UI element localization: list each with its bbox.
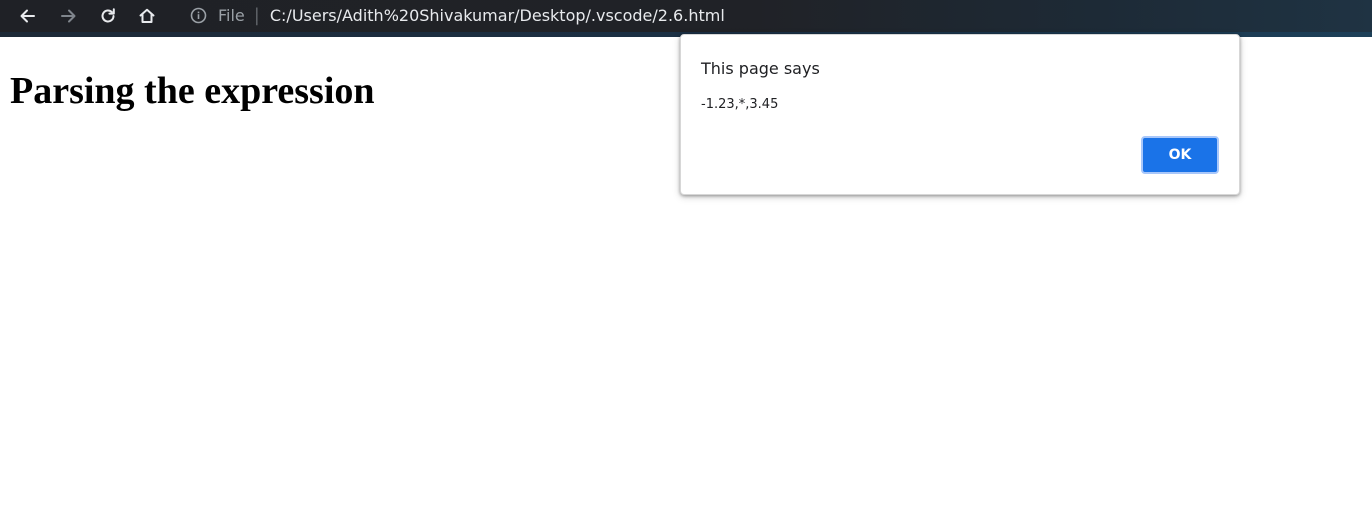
arrow-left-icon <box>20 9 35 23</box>
back-button[interactable] <box>14 3 42 29</box>
dialog-title: This page says <box>701 59 820 78</box>
reload-icon <box>101 8 115 23</box>
info-icon[interactable] <box>189 7 207 25</box>
dialog-message: -1.23,*,3.45 <box>701 97 779 112</box>
home-icon <box>139 8 155 23</box>
ok-button[interactable]: OK <box>1141 136 1219 174</box>
arrow-right-icon <box>61 9 76 23</box>
alert-dialog: This page says -1.23,*,3.45 OK <box>680 34 1240 195</box>
reload-button[interactable] <box>94 3 122 29</box>
address-bar[interactable]: File | C:/Users/Adith%20Shivakumar/Deskt… <box>176 0 796 31</box>
home-button[interactable] <box>133 3 161 29</box>
url-text[interactable]: C:/Users/Adith%20Shivakumar/Desktop/.vsc… <box>270 6 725 25</box>
browser-toolbar: File | C:/Users/Adith%20Shivakumar/Deskt… <box>0 0 1372 37</box>
page-heading: Parsing the expression <box>10 70 375 112</box>
url-separator: | <box>253 5 260 26</box>
url-scheme-label: File <box>218 6 245 25</box>
forward-button[interactable] <box>54 3 82 29</box>
